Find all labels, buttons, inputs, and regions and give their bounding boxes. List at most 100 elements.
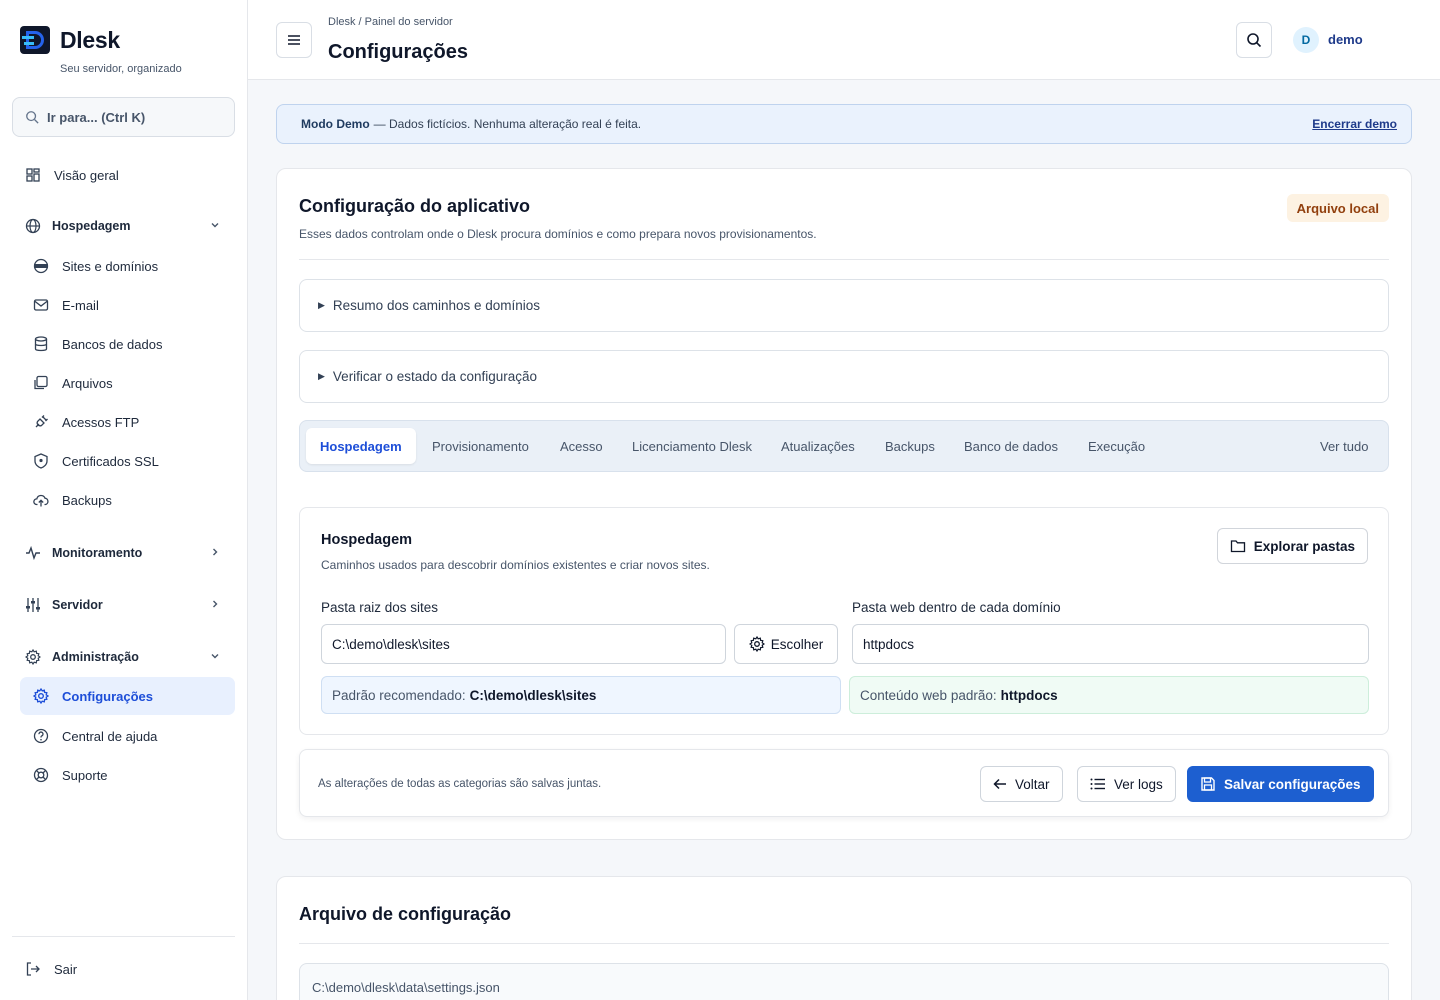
- web-folder-input[interactable]: httpdocs: [852, 624, 1369, 664]
- search-icon: [1247, 33, 1262, 48]
- gear-icon: [32, 687, 50, 705]
- card-title: Configuração do aplicativo: [299, 196, 531, 216]
- sidebar-group-hosting[interactable]: Hospedagem: [20, 207, 235, 245]
- caret-right-icon: ▶: [318, 371, 325, 381]
- brand[interactable]: Dlesk: [20, 26, 120, 54]
- sidebar-group-monitoring[interactable]: Monitoramento: [20, 534, 235, 572]
- sidebar: Dlesk Seu servidor, organizado Ir para..…: [0, 0, 248, 1000]
- sites-root-input[interactable]: C:\demo\dlesk\sites: [321, 624, 726, 664]
- sidebar-item-label: Acessos FTP: [62, 414, 140, 430]
- sidebar-group-label: Monitoramento: [52, 546, 143, 560]
- choose-folder-label: Escolher: [770, 636, 824, 652]
- sidebar-group-label: Servidor: [52, 598, 103, 612]
- sidebar-group-label: Administração: [52, 650, 139, 664]
- config-file-path: C:\demo\dlesk\data\settings.json: [299, 963, 1389, 1000]
- tab-access[interactable]: Acesso: [560, 428, 603, 464]
- brand-tagline: Seu servidor, organizado: [60, 63, 182, 75]
- user-name[interactable]: demo: [1328, 32, 1363, 47]
- hamburger-icon: [288, 35, 300, 45]
- divider: [299, 943, 1389, 944]
- search-icon: [26, 111, 39, 124]
- www-globe-icon: [32, 257, 50, 275]
- choose-folder-button[interactable]: Escolher: [734, 624, 838, 664]
- summary-toggle[interactable]: ▶ Resumo dos caminhos e domínios: [299, 279, 1389, 332]
- sites-root-label: Pasta raiz dos sites: [321, 600, 439, 615]
- verify-toggle[interactable]: ▶ Verificar o estado da configuração: [299, 350, 1389, 403]
- divider: [299, 259, 1389, 260]
- web-folder-label: Pasta web dentro de cada domínio: [852, 600, 1061, 615]
- tab-licensing[interactable]: Licenciamento Dlesk: [632, 428, 752, 464]
- sidebar-item-label: Bancos de dados: [62, 336, 163, 352]
- sidebar-item-email[interactable]: E-mail: [20, 286, 235, 324]
- tab-provisioning[interactable]: Provisionamento: [432, 428, 529, 464]
- tab-hosting[interactable]: Hospedagem: [306, 428, 416, 464]
- section-title: Hospedagem: [321, 532, 413, 548]
- sidebar-divider: [12, 936, 235, 937]
- sidebar-item-ssl[interactable]: Certificados SSL: [20, 442, 235, 480]
- view-logs-button[interactable]: Ver logs: [1077, 766, 1176, 802]
- recommended-default-hint: Padrão recomendado: C:\demo\dlesk\sites: [321, 676, 841, 714]
- list-icon: [1090, 778, 1105, 790]
- chevron-down-icon: [211, 223, 219, 228]
- avatar[interactable]: D: [1293, 27, 1319, 53]
- sidebar-item-label: Suporte: [62, 767, 108, 783]
- section-description: Caminhos usados para descobrir domínios …: [321, 558, 710, 572]
- sidebar-item-label: E-mail: [62, 297, 99, 313]
- status-badge: Arquivo local: [1286, 194, 1389, 222]
- save-bar: As alterações de todas as categorias são…: [299, 749, 1389, 817]
- hosting-section: Hospedagem Caminhos usados para descobri…: [299, 507, 1389, 735]
- sidebar-group-label: Hospedagem: [52, 219, 131, 233]
- sidebar-item-ftp[interactable]: Acessos FTP: [20, 403, 235, 441]
- help-circle-icon: [32, 727, 50, 745]
- database-icon: [32, 335, 50, 353]
- sidebar-item-overview[interactable]: Visão geral: [20, 156, 235, 194]
- web-default-hint: Conteúdo web padrão: httpdocs: [849, 676, 1369, 714]
- header-search-button[interactable]: [1236, 22, 1272, 58]
- folder-icon: [1230, 540, 1245, 553]
- save-settings-button[interactable]: Salvar configurações: [1187, 766, 1374, 802]
- tab-updates[interactable]: Atualizações: [781, 428, 855, 464]
- config-file-card: Arquivo de configuração C:\demo\dlesk\da…: [276, 876, 1412, 1000]
- sidebar-group-server[interactable]: Servidor: [20, 586, 235, 624]
- shield-icon: [32, 452, 50, 470]
- globe-icon: [24, 217, 42, 235]
- lifebuoy-icon: [32, 766, 50, 784]
- brand-name: Dlesk: [60, 26, 120, 53]
- tab-view-all[interactable]: Ver tudo: [1320, 428, 1368, 464]
- logout-icon: [24, 960, 42, 978]
- explore-folders-button[interactable]: Explorar pastas: [1216, 528, 1368, 564]
- verify-toggle-label: Verificar o estado da configuração: [332, 369, 538, 384]
- sidebar-item-files[interactable]: Arquivos: [20, 364, 235, 402]
- sidebar-item-databases[interactable]: Bancos de dados: [20, 325, 235, 363]
- gear-icon: [748, 636, 765, 652]
- view-logs-label: Ver logs: [1114, 776, 1163, 792]
- tab-database[interactable]: Banco de dados: [964, 428, 1058, 464]
- sidebar-item-label: Certificados SSL: [62, 453, 159, 469]
- menu-toggle-button[interactable]: [276, 22, 312, 58]
- sidebar-group-admin[interactable]: Administração: [20, 638, 235, 676]
- hint-label: Padrão recomendado:: [332, 687, 466, 703]
- chevron-down-icon: [211, 654, 219, 659]
- sidebar-item-backups[interactable]: Backups: [20, 481, 235, 519]
- logout-button[interactable]: Sair: [20, 950, 235, 988]
- save-settings-label: Salvar configurações: [1224, 776, 1361, 792]
- caret-right-icon: ▶: [318, 300, 325, 310]
- sidebar-item-sites[interactable]: Sites e domínios: [20, 247, 235, 285]
- gear-icon: [24, 648, 42, 666]
- sidebar-item-label: Visão geral: [54, 167, 119, 183]
- dlesk-logo-icon: [20, 26, 50, 54]
- sidebar-item-settings[interactable]: Configurações: [20, 677, 235, 715]
- hint-value: httpdocs: [1000, 687, 1058, 703]
- arrow-left-icon: [993, 778, 1006, 790]
- sidebar-item-label: Sites e domínios: [62, 258, 159, 274]
- sidebar-item-help[interactable]: Central de ajuda: [20, 717, 235, 755]
- back-button[interactable]: Voltar: [980, 766, 1063, 802]
- sidebar-item-support[interactable]: Suporte: [20, 756, 235, 794]
- sidebar-item-label: Backups: [62, 492, 112, 508]
- demo-banner-label: Modo Demo: [301, 117, 370, 131]
- tab-execution[interactable]: Execução: [1088, 428, 1145, 464]
- tab-backups[interactable]: Backups: [885, 428, 935, 464]
- sidebar-item-label: Configurações: [62, 688, 154, 704]
- sidebar-search-input[interactable]: Ir para... (Ctrl K): [12, 97, 235, 137]
- end-demo-link[interactable]: Encerrar demo: [1312, 117, 1397, 131]
